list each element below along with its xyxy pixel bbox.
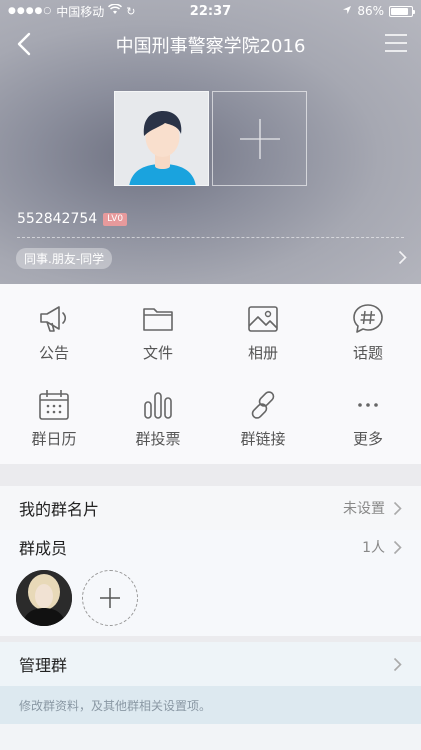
group-avatar[interactable]: [114, 91, 209, 186]
bottom-area: [0, 724, 421, 750]
bar-chart-icon: [141, 388, 175, 422]
row-value: 未设置: [343, 501, 385, 517]
action-vote[interactable]: 群投票: [108, 388, 208, 449]
manage-group-hint: 修改群资料，及其他群相关设置项。: [0, 686, 421, 724]
section-separator: [0, 464, 421, 486]
link-icon: [246, 388, 280, 422]
chevron-right-icon: [393, 501, 402, 515]
chevron-right-icon[interactable]: [398, 250, 407, 269]
action-label: 群链接: [240, 430, 286, 448]
hashtag-bubble-icon: [351, 302, 385, 336]
hamburger-menu-icon: [385, 34, 407, 52]
more-dots-icon: [351, 388, 385, 422]
row-label: 我的群名片: [19, 500, 100, 519]
add-photo-button[interactable]: [212, 91, 307, 186]
plus-icon: [100, 588, 120, 608]
page-title: 中国刑事警察学院2016: [115, 36, 306, 57]
folder-icon: [141, 302, 175, 336]
action-label: 公告: [38, 344, 69, 362]
image-icon: [246, 302, 280, 336]
plus-icon: [239, 118, 280, 159]
action-label: 群投票: [135, 430, 181, 448]
group-id-line: 552842754 LV0: [17, 211, 128, 227]
action-label: 文件: [142, 344, 173, 362]
action-announcement[interactable]: 公告: [4, 302, 104, 363]
my-group-card-row[interactable]: 我的群名片 未设置: [0, 486, 421, 530]
action-grid: 公告 文件 相册 话题 群日历 群投票 群链接 更多: [0, 284, 421, 464]
calendar-icon: [37, 388, 71, 422]
level-badge: LV0: [103, 212, 128, 226]
action-files[interactable]: 文件: [108, 302, 208, 363]
add-member-button[interactable]: [82, 570, 138, 626]
group-id: 552842754: [17, 211, 98, 227]
action-calendar[interactable]: 群日历: [4, 388, 104, 449]
manage-group-row[interactable]: 管理群: [0, 642, 421, 686]
status-time: 22:37: [189, 3, 232, 19]
row-label: 管理群: [19, 656, 68, 675]
action-link[interactable]: 群链接: [213, 388, 313, 449]
megaphone-icon: [37, 302, 71, 336]
action-label: 相册: [247, 344, 278, 362]
row-label: 群成员: [19, 539, 68, 558]
member-count: 1人: [362, 540, 385, 556]
group-members-row[interactable]: 群成员 1人: [0, 530, 421, 564]
action-label: 话题: [352, 344, 383, 362]
member-avatar[interactable]: [16, 570, 72, 626]
action-album[interactable]: 相册: [213, 302, 313, 363]
nav-bar: 中国刑事警察学院2016: [0, 22, 421, 66]
action-label: 更多: [352, 430, 383, 448]
divider: [17, 237, 404, 238]
group-header: ●●●●○ 中国移动 ↻ 22:37 86% 中国刑事警察学院2016 5528…: [0, 0, 421, 284]
member-list: [0, 562, 421, 636]
group-tag[interactable]: 同事.朋友-同学: [16, 248, 113, 269]
default-avatar-icon: [115, 92, 208, 185]
chevron-right-icon: [393, 540, 402, 554]
chevron-right-icon: [393, 657, 402, 671]
menu-button[interactable]: [383, 30, 409, 56]
action-more[interactable]: 更多: [318, 388, 418, 449]
battery-icon: [389, 5, 415, 17]
action-topics[interactable]: 话题: [318, 302, 418, 363]
action-label: 群日历: [31, 430, 77, 448]
status-bar: ●●●●○ 中国移动 ↻ 22:37 86%: [0, 0, 421, 22]
